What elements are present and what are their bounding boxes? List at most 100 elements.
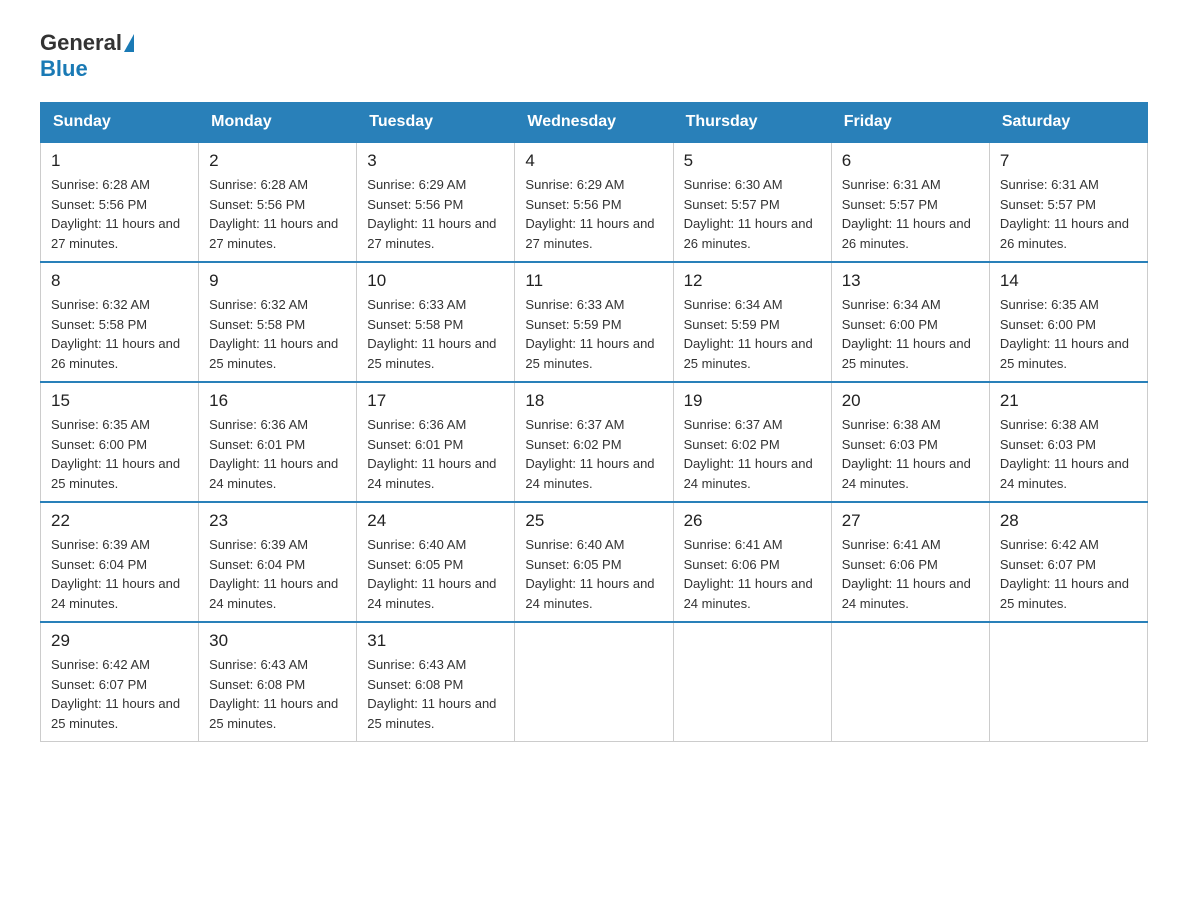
day-number: 27 xyxy=(842,511,979,531)
calendar-cell: 2 Sunrise: 6:28 AMSunset: 5:56 PMDayligh… xyxy=(199,142,357,262)
calendar-cell xyxy=(673,622,831,742)
day-number: 29 xyxy=(51,631,188,651)
day-number: 13 xyxy=(842,271,979,291)
logo-general-text: General xyxy=(40,30,122,56)
day-info: Sunrise: 6:33 AMSunset: 5:58 PMDaylight:… xyxy=(367,295,504,373)
day-info: Sunrise: 6:34 AMSunset: 5:59 PMDaylight:… xyxy=(684,295,821,373)
day-number: 15 xyxy=(51,391,188,411)
day-number: 11 xyxy=(525,271,662,291)
calendar-cell: 16 Sunrise: 6:36 AMSunset: 6:01 PMDaylig… xyxy=(199,382,357,502)
day-number: 14 xyxy=(1000,271,1137,291)
logo-triangle-icon xyxy=(124,34,134,52)
calendar-week-row: 29 Sunrise: 6:42 AMSunset: 6:07 PMDaylig… xyxy=(41,622,1148,742)
day-number: 10 xyxy=(367,271,504,291)
calendar-cell: 26 Sunrise: 6:41 AMSunset: 6:06 PMDaylig… xyxy=(673,502,831,622)
day-of-week-header: Sunday xyxy=(41,103,199,143)
calendar-cell: 13 Sunrise: 6:34 AMSunset: 6:00 PMDaylig… xyxy=(831,262,989,382)
day-of-week-header: Monday xyxy=(199,103,357,143)
calendar-cell: 5 Sunrise: 6:30 AMSunset: 5:57 PMDayligh… xyxy=(673,142,831,262)
calendar-cell: 24 Sunrise: 6:40 AMSunset: 6:05 PMDaylig… xyxy=(357,502,515,622)
calendar-week-row: 1 Sunrise: 6:28 AMSunset: 5:56 PMDayligh… xyxy=(41,142,1148,262)
day-info: Sunrise: 6:40 AMSunset: 6:05 PMDaylight:… xyxy=(525,535,662,613)
calendar-cell: 15 Sunrise: 6:35 AMSunset: 6:00 PMDaylig… xyxy=(41,382,199,502)
day-number: 20 xyxy=(842,391,979,411)
calendar-cell: 14 Sunrise: 6:35 AMSunset: 6:00 PMDaylig… xyxy=(989,262,1147,382)
day-info: Sunrise: 6:39 AMSunset: 6:04 PMDaylight:… xyxy=(209,535,346,613)
logo-blue-text: Blue xyxy=(40,56,88,82)
day-info: Sunrise: 6:40 AMSunset: 6:05 PMDaylight:… xyxy=(367,535,504,613)
calendar-cell: 22 Sunrise: 6:39 AMSunset: 6:04 PMDaylig… xyxy=(41,502,199,622)
day-info: Sunrise: 6:43 AMSunset: 6:08 PMDaylight:… xyxy=(367,655,504,733)
calendar-cell: 21 Sunrise: 6:38 AMSunset: 6:03 PMDaylig… xyxy=(989,382,1147,502)
day-number: 6 xyxy=(842,151,979,171)
day-number: 5 xyxy=(684,151,821,171)
calendar-week-row: 15 Sunrise: 6:35 AMSunset: 6:00 PMDaylig… xyxy=(41,382,1148,502)
day-info: Sunrise: 6:36 AMSunset: 6:01 PMDaylight:… xyxy=(367,415,504,493)
day-number: 26 xyxy=(684,511,821,531)
calendar-cell: 12 Sunrise: 6:34 AMSunset: 5:59 PMDaylig… xyxy=(673,262,831,382)
day-info: Sunrise: 6:30 AMSunset: 5:57 PMDaylight:… xyxy=(684,175,821,253)
day-number: 21 xyxy=(1000,391,1137,411)
calendar-cell: 4 Sunrise: 6:29 AMSunset: 5:56 PMDayligh… xyxy=(515,142,673,262)
day-number: 30 xyxy=(209,631,346,651)
day-number: 8 xyxy=(51,271,188,291)
calendar-cell: 3 Sunrise: 6:29 AMSunset: 5:56 PMDayligh… xyxy=(357,142,515,262)
day-number: 7 xyxy=(1000,151,1137,171)
day-info: Sunrise: 6:29 AMSunset: 5:56 PMDaylight:… xyxy=(525,175,662,253)
calendar-cell: 31 Sunrise: 6:43 AMSunset: 6:08 PMDaylig… xyxy=(357,622,515,742)
calendar-cell: 27 Sunrise: 6:41 AMSunset: 6:06 PMDaylig… xyxy=(831,502,989,622)
day-info: Sunrise: 6:42 AMSunset: 6:07 PMDaylight:… xyxy=(1000,535,1137,613)
day-number: 31 xyxy=(367,631,504,651)
day-info: Sunrise: 6:43 AMSunset: 6:08 PMDaylight:… xyxy=(209,655,346,733)
calendar-cell: 23 Sunrise: 6:39 AMSunset: 6:04 PMDaylig… xyxy=(199,502,357,622)
day-of-week-header: Wednesday xyxy=(515,103,673,143)
calendar-cell: 10 Sunrise: 6:33 AMSunset: 5:58 PMDaylig… xyxy=(357,262,515,382)
day-info: Sunrise: 6:37 AMSunset: 6:02 PMDaylight:… xyxy=(525,415,662,493)
day-info: Sunrise: 6:38 AMSunset: 6:03 PMDaylight:… xyxy=(842,415,979,493)
calendar-cell: 6 Sunrise: 6:31 AMSunset: 5:57 PMDayligh… xyxy=(831,142,989,262)
day-info: Sunrise: 6:35 AMSunset: 6:00 PMDaylight:… xyxy=(51,415,188,493)
day-number: 9 xyxy=(209,271,346,291)
day-number: 2 xyxy=(209,151,346,171)
calendar-cell: 30 Sunrise: 6:43 AMSunset: 6:08 PMDaylig… xyxy=(199,622,357,742)
day-info: Sunrise: 6:42 AMSunset: 6:07 PMDaylight:… xyxy=(51,655,188,733)
calendar-cell: 1 Sunrise: 6:28 AMSunset: 5:56 PMDayligh… xyxy=(41,142,199,262)
day-of-week-header: Friday xyxy=(831,103,989,143)
day-number: 22 xyxy=(51,511,188,531)
day-info: Sunrise: 6:39 AMSunset: 6:04 PMDaylight:… xyxy=(51,535,188,613)
day-info: Sunrise: 6:35 AMSunset: 6:00 PMDaylight:… xyxy=(1000,295,1137,373)
calendar-cell: 29 Sunrise: 6:42 AMSunset: 6:07 PMDaylig… xyxy=(41,622,199,742)
calendar-table: SundayMondayTuesdayWednesdayThursdayFrid… xyxy=(40,102,1148,742)
calendar-cell: 11 Sunrise: 6:33 AMSunset: 5:59 PMDaylig… xyxy=(515,262,673,382)
calendar-cell: 17 Sunrise: 6:36 AMSunset: 6:01 PMDaylig… xyxy=(357,382,515,502)
day-info: Sunrise: 6:34 AMSunset: 6:00 PMDaylight:… xyxy=(842,295,979,373)
day-number: 28 xyxy=(1000,511,1137,531)
day-number: 1 xyxy=(51,151,188,171)
day-number: 23 xyxy=(209,511,346,531)
day-number: 18 xyxy=(525,391,662,411)
day-number: 12 xyxy=(684,271,821,291)
day-info: Sunrise: 6:36 AMSunset: 6:01 PMDaylight:… xyxy=(209,415,346,493)
day-of-week-header: Saturday xyxy=(989,103,1147,143)
calendar-week-row: 8 Sunrise: 6:32 AMSunset: 5:58 PMDayligh… xyxy=(41,262,1148,382)
day-info: Sunrise: 6:28 AMSunset: 5:56 PMDaylight:… xyxy=(51,175,188,253)
calendar-cell: 7 Sunrise: 6:31 AMSunset: 5:57 PMDayligh… xyxy=(989,142,1147,262)
calendar-cell xyxy=(831,622,989,742)
days-header-row: SundayMondayTuesdayWednesdayThursdayFrid… xyxy=(41,103,1148,143)
day-number: 3 xyxy=(367,151,504,171)
calendar-cell: 9 Sunrise: 6:32 AMSunset: 5:58 PMDayligh… xyxy=(199,262,357,382)
day-info: Sunrise: 6:41 AMSunset: 6:06 PMDaylight:… xyxy=(842,535,979,613)
calendar-cell xyxy=(515,622,673,742)
day-of-week-header: Thursday xyxy=(673,103,831,143)
day-of-week-header: Tuesday xyxy=(357,103,515,143)
day-info: Sunrise: 6:31 AMSunset: 5:57 PMDaylight:… xyxy=(842,175,979,253)
day-info: Sunrise: 6:38 AMSunset: 6:03 PMDaylight:… xyxy=(1000,415,1137,493)
day-info: Sunrise: 6:37 AMSunset: 6:02 PMDaylight:… xyxy=(684,415,821,493)
calendar-cell xyxy=(989,622,1147,742)
calendar-cell: 8 Sunrise: 6:32 AMSunset: 5:58 PMDayligh… xyxy=(41,262,199,382)
calendar-cell: 18 Sunrise: 6:37 AMSunset: 6:02 PMDaylig… xyxy=(515,382,673,502)
day-info: Sunrise: 6:28 AMSunset: 5:56 PMDaylight:… xyxy=(209,175,346,253)
day-info: Sunrise: 6:33 AMSunset: 5:59 PMDaylight:… xyxy=(525,295,662,373)
page-header: General Blue xyxy=(40,30,1148,82)
calendar-cell: 25 Sunrise: 6:40 AMSunset: 6:05 PMDaylig… xyxy=(515,502,673,622)
